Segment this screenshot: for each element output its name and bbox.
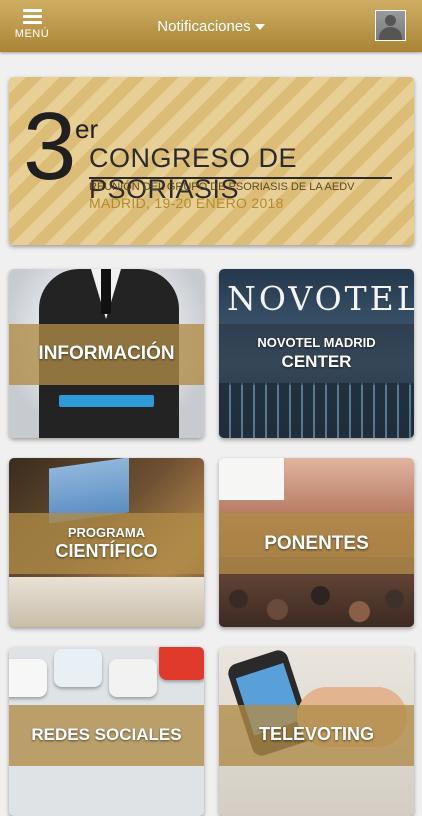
banner-superscript: er bbox=[75, 114, 99, 144]
tile-televoting[interactable]: TELEVOTING bbox=[219, 647, 414, 816]
user-avatar-icon[interactable] bbox=[375, 10, 406, 41]
banner-number: 3 bbox=[23, 93, 77, 200]
tablet-image bbox=[59, 395, 154, 407]
congress-banner: 3 er CONGRESO DE PSORIASIS REUNIÓN DEL G… bbox=[9, 77, 414, 245]
tile-label-programa-1: PROGRAMA bbox=[67, 525, 146, 540]
tile-label-hotel-2: CENTER bbox=[281, 352, 352, 371]
caret-down-icon[interactable] bbox=[254, 24, 265, 31]
tile-label-ponentes: PONENTES bbox=[264, 533, 369, 554]
tile-hotel[interactable]: NOVOTEL NOVOTEL MADRID CENTER bbox=[219, 269, 414, 438]
tile-informacion[interactable]: INFORMACIÓN bbox=[9, 269, 204, 438]
notifications-dropdown[interactable]: Notificaciones bbox=[0, 18, 422, 35]
banner-subtitle: REUNIÓN DEL GRUPO DE PSORIASIS DE LA AED… bbox=[89, 181, 355, 193]
tile-programa[interactable]: PROGRAMA CIENTÍFICO bbox=[9, 458, 204, 627]
conference-desk bbox=[9, 577, 204, 627]
tie-shape bbox=[101, 269, 111, 314]
tile-redes-sociales[interactable]: REDES SOCIALES bbox=[9, 647, 204, 816]
tile-label-redes: REDES SOCIALES bbox=[31, 725, 182, 744]
top-bar: MENÚ Notificaciones bbox=[0, 0, 422, 52]
google-plus-key-icon bbox=[159, 647, 204, 680]
tile-label-hotel-1: NOVOTEL MADRID bbox=[257, 335, 376, 350]
youtube-key-icon bbox=[109, 659, 157, 697]
tile-ponentes[interactable]: PONENTES bbox=[219, 458, 414, 627]
hotel-sign: NOVOTEL bbox=[227, 279, 414, 318]
presentation-screen bbox=[219, 458, 284, 500]
tile-label-programa-2: CIENTÍFICO bbox=[55, 541, 158, 561]
banner-dates: MADRID, 19-20 ENERO 2018 bbox=[89, 195, 284, 211]
twitter-bird-icon bbox=[54, 649, 102, 687]
twitter-key-icon bbox=[9, 659, 47, 697]
banner-divider bbox=[89, 177, 392, 179]
notifications-title[interactable]: Notificaciones bbox=[157, 18, 250, 35]
building-facade bbox=[219, 383, 414, 438]
tile-label-informacion: INFORMACIÓN bbox=[38, 343, 175, 364]
tile-label-televoting: TELEVOTING bbox=[258, 724, 374, 744]
